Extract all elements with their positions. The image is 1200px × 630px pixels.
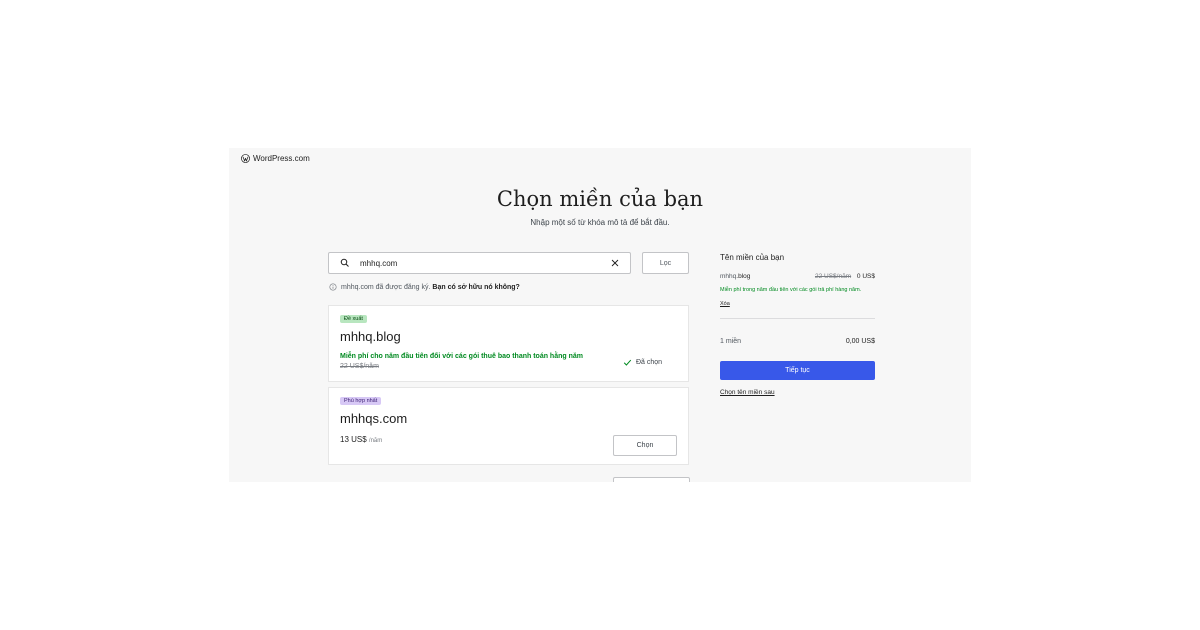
domain-result-card: Phù hợp nhất mhhqs.com 13 US$ /năm Chọn [328,387,689,465]
selected-status: Đã chọn [622,357,662,368]
recommended-badge: Đề xuất [340,315,367,323]
best-match-badge: Phù hợp nhất [340,397,382,405]
close-icon[interactable] [609,257,621,269]
total-value: 0,00 US$ [845,338,875,345]
cart-item-old-price: 22 US$/năm [814,273,852,280]
page-subtitle: Nhập một số từ khóa mô tả để bắt đầu. [530,218,670,227]
domain-name: mhhq.blog [340,329,401,344]
domain-result-card: Đề xuất mhhq.blog Miễn phí cho năm đầu t… [328,305,689,382]
cart-total: 1 miền 0,00 US$ [720,338,875,345]
wordpress-logo-icon [241,154,250,163]
wordpress-logo[interactable]: WordPress.com [241,154,310,163]
cart-item: mhhq.blog 22 US$/năm 0 US$ [720,273,875,280]
domain-price: 13 US$ /năm [340,435,382,444]
search-value: mhhq.com [360,259,398,268]
original-price: 22 US$/năm [340,363,379,370]
choose-domain-button[interactable]: Chọn [613,435,677,456]
page-title: Chọn miền của bạn [496,187,704,211]
remove-link[interactable]: Xóa [720,301,730,307]
cart-item-prices: 22 US$/năm 0 US$ [815,273,875,280]
domain-name: mhhqs.com [340,411,408,426]
search-icon [340,258,349,267]
price-value: 13 US$ [340,435,367,444]
notice-text: đã được đăng ký. [375,283,431,291]
brand-name: WordPress.com [253,154,310,163]
continue-button[interactable]: Tiếp tục [720,361,875,380]
next-result-card-partial [613,477,690,482]
notice-domain: mhhq.com [341,283,374,291]
domain-search-input[interactable]: mhhq.com [328,252,631,274]
cart-item-domain: mhhq.blog [720,273,751,280]
filter-button[interactable]: Lọc [642,252,689,274]
cart-item-promo: Miễn phí trong năm đầu tiên với các gói … [720,287,862,293]
free-first-year-promo: Miễn phí cho năm đầu tiên đối với các gó… [340,353,583,360]
selected-label: Đã chọn [636,359,663,366]
registered-notice: mhhq.com đã được đăng ký. Bạn có sở hữu … [329,283,520,291]
choose-later-link[interactable]: Chọn tên miền sau [720,389,775,396]
price-period: /năm [368,438,383,444]
own-domain-link[interactable]: Bạn có sở hữu nó không? [432,284,519,291]
cart-sidebar: Tên miền của bạn mhhq.blog 22 US$/năm 0 … [720,253,875,396]
divider [720,318,875,319]
info-icon [329,283,337,291]
app-frame: WordPress.com Chọn miền của bạn Nhập một… [229,148,971,482]
cart-item-price: 0 US$ [856,273,875,280]
cart-heading: Tên miền của bạn [720,253,785,262]
total-label: 1 miền [720,338,742,345]
checkmark-icon [623,359,632,366]
